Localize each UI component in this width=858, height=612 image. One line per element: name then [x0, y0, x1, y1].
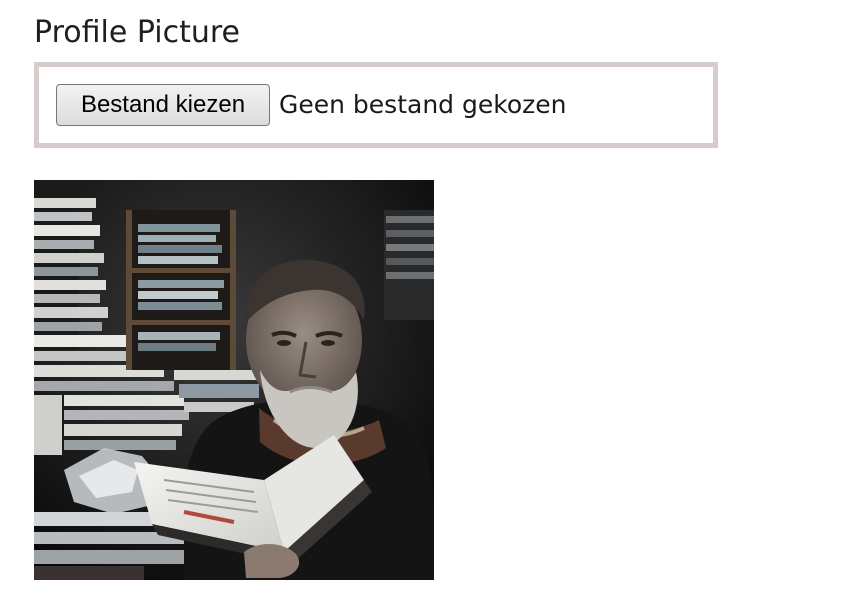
file-input-container: Bestand kiezen Geen bestand gekozen: [34, 62, 718, 148]
profile-picture-title: Profile Picture: [34, 15, 240, 50]
profile-photo: [34, 180, 434, 580]
file-status-text: Geen bestand gekozen: [279, 90, 567, 119]
choose-file-button[interactable]: Bestand kiezen: [56, 84, 270, 126]
bookshelf: [126, 210, 236, 370]
